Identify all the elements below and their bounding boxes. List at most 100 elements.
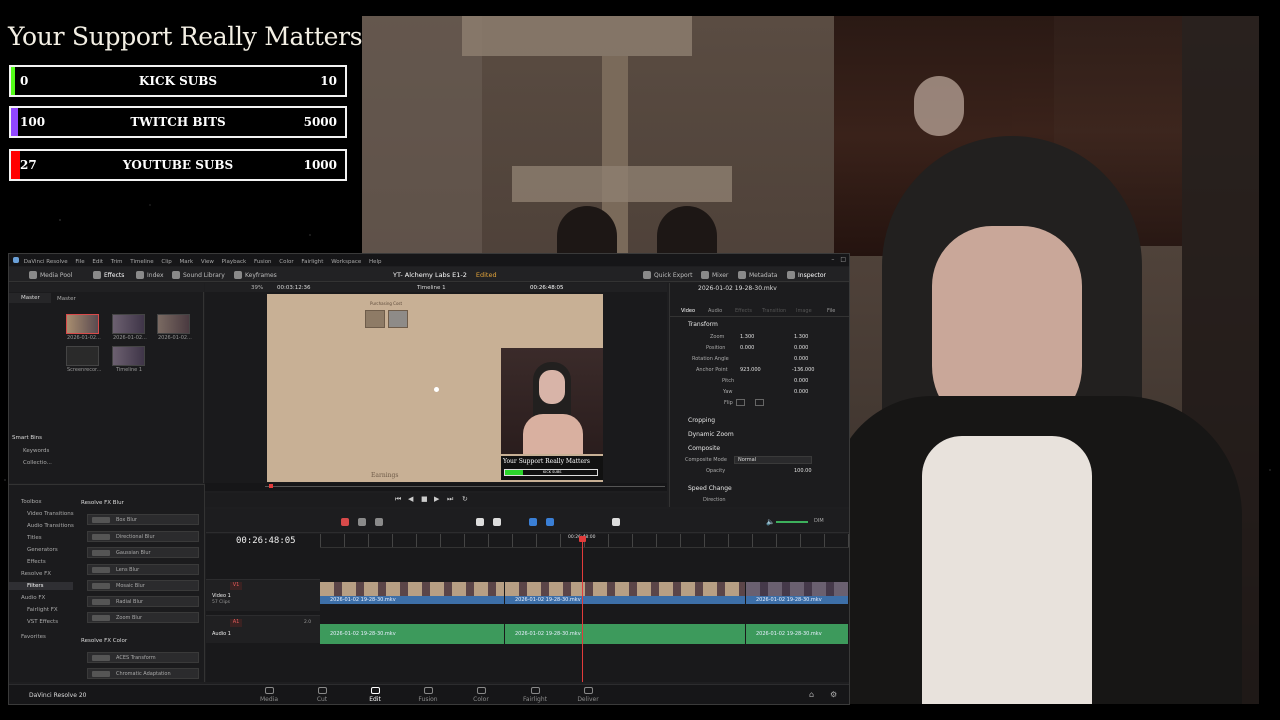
effect-item[interactable]: ACES Transform	[87, 652, 199, 663]
media-clip-thumb[interactable]	[66, 346, 99, 366]
toolbox-tree-item[interactable]: Toolbox	[21, 499, 42, 505]
pitch-input[interactable]: 0.000	[794, 378, 808, 384]
menu-item[interactable]: Help	[369, 259, 382, 265]
menu-item[interactable]: Workspace	[331, 259, 361, 265]
audio-clip[interactable]: 2026-01-02 19-28-30.mkv	[505, 624, 745, 644]
smart-bin-item[interactable]: Keywords	[23, 448, 49, 454]
menu-item[interactable]: Color	[279, 259, 293, 265]
settings-gear-icon[interactable]: ⚙	[830, 690, 837, 699]
sound-library-button[interactable]: Sound Library	[172, 271, 225, 279]
maximize-icon[interactable]: □	[840, 256, 846, 263]
anchor-y-input[interactable]: -136.000	[792, 367, 814, 373]
effect-item[interactable]: Mosaic Blur	[87, 580, 199, 591]
page-tab-edit[interactable]: Edit	[355, 687, 395, 703]
viewer-scrubber[interactable]	[205, 483, 667, 491]
toolbox-tree-item-selected[interactable]: Filters	[9, 582, 73, 590]
toolbox-tree-item[interactable]: Audio Transitions	[27, 523, 74, 529]
keyframes-button[interactable]: Keyframes	[234, 271, 277, 279]
zoom-icon[interactable]	[612, 518, 620, 526]
inspector-tab-audio[interactable]: Audio	[708, 308, 722, 314]
menu-item[interactable]: Timeline	[130, 259, 153, 265]
smart-bin-item[interactable]: Collectio...	[23, 460, 52, 466]
zoom-x-input[interactable]: 1.300	[740, 334, 754, 340]
linked-selection-icon[interactable]	[493, 518, 501, 526]
menu-item[interactable]: Trim	[111, 259, 123, 265]
cropping-header[interactable]: Cropping	[688, 417, 715, 424]
volume-slider[interactable]	[776, 521, 808, 523]
yaw-input[interactable]: 0.000	[794, 389, 808, 395]
loop-icon[interactable]: ↻	[462, 495, 468, 503]
timeline-playhead[interactable]	[582, 538, 583, 682]
dynamic-zoom-header[interactable]: Dynamic Zoom	[688, 431, 734, 438]
selection-tool-icon[interactable]	[341, 518, 349, 526]
toolbox-tree-item[interactable]: Generators	[27, 547, 58, 553]
snapping-icon[interactable]	[476, 518, 484, 526]
trim-tool-icon[interactable]	[358, 518, 366, 526]
media-clip-thumb[interactable]	[112, 314, 145, 334]
menu-item[interactable]: Fairlight	[301, 259, 323, 265]
flip-horizontal-button[interactable]	[736, 399, 745, 406]
speed-change-header[interactable]: Speed Change	[688, 485, 732, 492]
toolbox-tree-item[interactable]: Favorites	[21, 634, 46, 640]
toolbox-tree-item[interactable]: VST Effects	[27, 619, 58, 625]
video-clip[interactable]: 2026-01-02 19-28-30.mkv	[505, 596, 745, 604]
position-x-input[interactable]: 0.000	[740, 345, 754, 351]
metadata-button[interactable]: Metadata	[738, 271, 777, 279]
video-clip-thumbnails[interactable]	[746, 582, 848, 596]
effect-item[interactable]: Gaussian Blur	[87, 547, 199, 558]
page-tab-media[interactable]: Media	[249, 687, 289, 703]
effect-item[interactable]: Chromatic Adaptation	[87, 668, 199, 679]
menu-item[interactable]: Edit	[92, 259, 103, 265]
page-tab-deliver[interactable]: Deliver	[568, 687, 608, 703]
v1-track-label[interactable]: V1	[230, 582, 242, 590]
toolbox-tree-item[interactable]: Fairlight FX	[27, 607, 58, 613]
page-tab-color[interactable]: Color	[461, 687, 501, 703]
timeline-selector[interactable]: Timeline 1	[417, 285, 446, 291]
position-y-input[interactable]: 0.000	[794, 345, 808, 351]
opacity-input[interactable]: 100.00	[794, 468, 812, 474]
toolbox-tree-item[interactable]: Video Transitions	[27, 511, 74, 517]
minimize-icon[interactable]: –	[831, 256, 834, 263]
mixer-button[interactable]: Mixer	[701, 271, 728, 279]
media-clip-thumb[interactable]	[66, 314, 99, 334]
video-clip-thumbnails[interactable]	[320, 582, 504, 596]
scrubber-playhead[interactable]	[269, 484, 273, 488]
rotation-input[interactable]: 0.000	[794, 356, 808, 362]
menu-item[interactable]: Playback	[222, 259, 247, 265]
index-button[interactable]: Index	[136, 271, 164, 279]
stop-button[interactable]: ■	[421, 495, 428, 503]
play-button[interactable]: ▶	[434, 495, 439, 503]
marker-icon[interactable]	[546, 518, 554, 526]
toolbox-tree-item[interactable]: Titles	[27, 535, 42, 541]
media-pool-button[interactable]: Media Pool	[29, 271, 72, 279]
play-reverse-button[interactable]: ◀	[408, 495, 413, 503]
home-icon[interactable]: ⌂	[809, 690, 814, 699]
go-to-start-button[interactable]: ⏮	[395, 495, 401, 504]
audio-clip[interactable]: 2026-01-02 19-28-30.mkv	[320, 624, 504, 644]
menu-item[interactable]: DaVinci Resolve	[24, 259, 68, 265]
effect-item[interactable]: Zoom Blur	[87, 612, 199, 623]
page-tab-fusion[interactable]: Fusion	[408, 687, 448, 703]
video-clip-thumbnails[interactable]	[505, 582, 745, 596]
dim-button[interactable]: DIM	[814, 518, 824, 524]
flag-icon[interactable]	[529, 518, 537, 526]
quick-export-button[interactable]: Quick Export	[643, 271, 693, 279]
toolbox-tree-item[interactable]: Resolve FX	[21, 571, 51, 577]
video-clip[interactable]: 2026-01-02 19-28-30.mkv	[320, 596, 504, 604]
composite-mode-select[interactable]: Normal	[734, 456, 812, 464]
effect-item[interactable]: Directional Blur	[87, 531, 199, 542]
menu-item[interactable]: Fusion	[254, 259, 272, 265]
inspector-tab-file[interactable]: File	[827, 308, 835, 314]
zoom-y-input[interactable]: 1.300	[794, 334, 808, 340]
playhead-handle[interactable]	[579, 536, 586, 542]
effects-button[interactable]: Effects	[93, 271, 124, 279]
timeline-thumb[interactable]	[112, 346, 145, 366]
page-tab-cut[interactable]: Cut	[302, 687, 342, 703]
inspector-tab-image[interactable]: Image	[796, 308, 812, 314]
inspector-tab-video[interactable]: Video	[681, 308, 695, 314]
inspector-button[interactable]: Inspector	[787, 271, 826, 279]
inspector-tab-transition[interactable]: Transition	[762, 308, 786, 314]
audio-clip[interactable]: 2026-01-02 19-28-30.mkv	[746, 624, 848, 644]
toolbox-tree-item[interactable]: Audio FX	[21, 595, 45, 601]
toolbox-tree-item[interactable]: Effects	[27, 559, 46, 565]
